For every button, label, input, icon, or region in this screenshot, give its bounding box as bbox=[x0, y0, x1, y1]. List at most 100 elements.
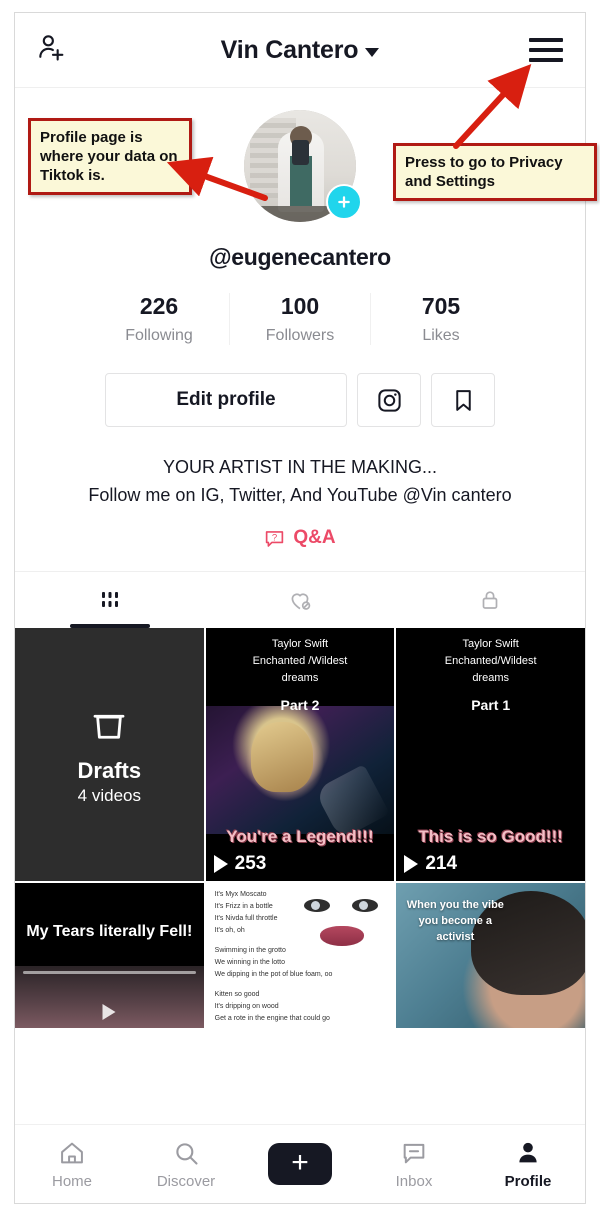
overlay-part: Part 2 bbox=[280, 697, 320, 713]
stat-likes[interactable]: 705 Likes bbox=[370, 293, 511, 345]
bottom-navigation: Home Discover + Inbox Profile bbox=[15, 1124, 585, 1203]
drafts-count: 4 videos bbox=[77, 785, 141, 805]
overlay-line: activist bbox=[436, 931, 475, 943]
following-label: Following bbox=[125, 327, 193, 344]
qa-label: Q&A bbox=[293, 527, 336, 548]
menu-button[interactable] bbox=[529, 38, 563, 62]
bookmark-button[interactable] bbox=[431, 373, 495, 427]
overlay-line: Taylor Swift bbox=[462, 638, 519, 650]
profile-actions: Edit profile bbox=[15, 373, 585, 427]
overlay-line: When you the vibe bbox=[406, 899, 504, 911]
nav-label-inbox: Inbox bbox=[395, 1172, 433, 1190]
play-icon bbox=[213, 855, 228, 873]
overlay-line: dreams bbox=[281, 672, 319, 684]
overlay-line: Enchanted /Wildest bbox=[252, 655, 348, 667]
create-plus-icon: + bbox=[291, 1145, 309, 1179]
video-progress-bar bbox=[23, 971, 196, 974]
nav-label-profile: Profile bbox=[504, 1172, 552, 1190]
tab-posts[interactable] bbox=[15, 572, 205, 628]
question-bubble-icon: ? bbox=[266, 530, 284, 547]
video-caption: You're a Legend!!! bbox=[226, 827, 374, 846]
tab-private[interactable] bbox=[395, 572, 585, 628]
video-caption: When you the vibe you become a activist bbox=[406, 897, 504, 945]
hamburger-menu-icon bbox=[529, 38, 563, 62]
drafts-title: Drafts bbox=[77, 757, 142, 783]
qa-link[interactable]: ? Q&A bbox=[15, 527, 585, 571]
profile-name-dropdown[interactable]: Vin Cantero bbox=[221, 36, 380, 65]
video-grid: Drafts 4 videos Taylor Swift Enchanted /… bbox=[15, 628, 585, 1042]
face-graphic bbox=[304, 899, 379, 951]
content-tabs bbox=[15, 571, 585, 628]
nav-label-discover: Discover bbox=[156, 1172, 216, 1190]
lyric-line: Get a rote in the engine that could go bbox=[214, 1015, 330, 1022]
lock-icon bbox=[482, 591, 498, 609]
app-header: Vin Cantero bbox=[15, 13, 585, 88]
view-count: 253 bbox=[213, 853, 267, 875]
tab-liked[interactable] bbox=[205, 572, 395, 628]
nav-item-create[interactable]: + bbox=[243, 1143, 357, 1185]
drafts-tile[interactable]: Drafts 4 videos bbox=[15, 628, 204, 881]
instagram-icon bbox=[377, 388, 401, 412]
nav-label-home: Home bbox=[51, 1172, 92, 1190]
video-overlay-title: Taylor Swift Enchanted /Wildest dreams P… bbox=[206, 636, 395, 714]
following-count: 226 bbox=[139, 293, 179, 319]
video-tile[interactable]: Taylor Swift Enchanted /Wildest dreams P… bbox=[205, 628, 395, 881]
nav-item-profile[interactable]: Profile bbox=[471, 1139, 585, 1190]
play-icon bbox=[404, 855, 419, 873]
add-profile-photo-button[interactable] bbox=[326, 184, 362, 220]
nav-item-inbox[interactable]: Inbox bbox=[357, 1139, 471, 1190]
instagram-button[interactable] bbox=[357, 373, 421, 427]
lyric-line: It's dripping on wood bbox=[214, 1003, 279, 1010]
archive-box-icon bbox=[93, 714, 125, 739]
play-icon bbox=[102, 1004, 116, 1020]
nav-item-discover[interactable]: Discover bbox=[129, 1139, 243, 1190]
likes-count: 705 bbox=[421, 293, 461, 319]
video-tile[interactable]: My Tears literally Fell! bbox=[15, 883, 204, 1028]
grid-icon bbox=[102, 592, 118, 607]
heart-hidden-icon bbox=[291, 593, 311, 610]
overlay-line: Taylor Swift bbox=[271, 638, 329, 650]
view-count-value: 253 bbox=[234, 853, 267, 874]
home-icon bbox=[61, 1142, 83, 1163]
person-icon bbox=[519, 1142, 537, 1162]
svg-text:?: ? bbox=[272, 532, 277, 543]
overlay-line: you become a bbox=[418, 915, 492, 927]
view-count-value: 214 bbox=[425, 853, 458, 874]
overlay-part: Part 1 bbox=[471, 697, 511, 713]
video-tile[interactable]: Taylor Swift Enchanted/Wildest dreams Pa… bbox=[396, 628, 585, 881]
overlay-line: Enchanted/Wildest bbox=[444, 655, 537, 667]
lyric-line: We winning in the lotto bbox=[214, 959, 285, 966]
video-tile[interactable]: When you the vibe you become a activist bbox=[396, 883, 585, 1028]
stat-followers[interactable]: 100 Followers bbox=[229, 293, 370, 345]
stats-row: 226 Following 100 Followers 705 Likes bbox=[15, 293, 585, 345]
create-video-button[interactable]: + bbox=[261, 1143, 339, 1185]
followers-count: 100 bbox=[280, 293, 320, 319]
nav-item-home[interactable]: Home bbox=[15, 1139, 129, 1190]
video-caption: My Tears literally Fell! bbox=[26, 923, 193, 940]
view-count: 214 bbox=[404, 853, 457, 875]
lyric-line: Kitten so good bbox=[214, 991, 260, 998]
chevron-down-icon bbox=[365, 47, 380, 57]
bio-line-2: Follow me on IG, Twitter, And YouTube @V… bbox=[88, 485, 512, 505]
add-person-icon bbox=[39, 35, 64, 61]
username: @eugenecantero bbox=[209, 244, 391, 270]
header-title-text: Vin Cantero bbox=[220, 35, 359, 64]
lyric-line: We dipping in the pot of blue foam, oo bbox=[214, 971, 333, 978]
add-friend-button[interactable] bbox=[35, 32, 67, 69]
likes-label: Likes bbox=[422, 327, 460, 344]
bio: YOUR ARTIST IN THE MAKING... Follow me o… bbox=[61, 453, 539, 509]
annotation-callout-left: Profile page is where your data on Tikto… bbox=[28, 118, 192, 195]
bookmark-icon bbox=[455, 389, 471, 411]
annotation-callout-right: Press to go to Privacy and Settings bbox=[393, 143, 597, 201]
overlay-line: dreams bbox=[472, 672, 509, 684]
video-overlay-title: Taylor Swift Enchanted/Wildest dreams Pa… bbox=[396, 636, 585, 714]
search-icon bbox=[176, 1142, 198, 1165]
inbox-icon bbox=[403, 1143, 425, 1163]
video-tile[interactable]: It's Myx Moscato It's Frizz in a bottle … bbox=[205, 883, 395, 1042]
edit-profile-button[interactable]: Edit profile bbox=[105, 373, 347, 427]
video-caption: This is so Good!!! bbox=[418, 827, 563, 846]
video-thumbnail bbox=[205, 706, 395, 840]
avatar[interactable] bbox=[244, 110, 362, 222]
followers-label: Followers bbox=[265, 327, 335, 344]
stat-following[interactable]: 226 Following bbox=[89, 293, 229, 345]
